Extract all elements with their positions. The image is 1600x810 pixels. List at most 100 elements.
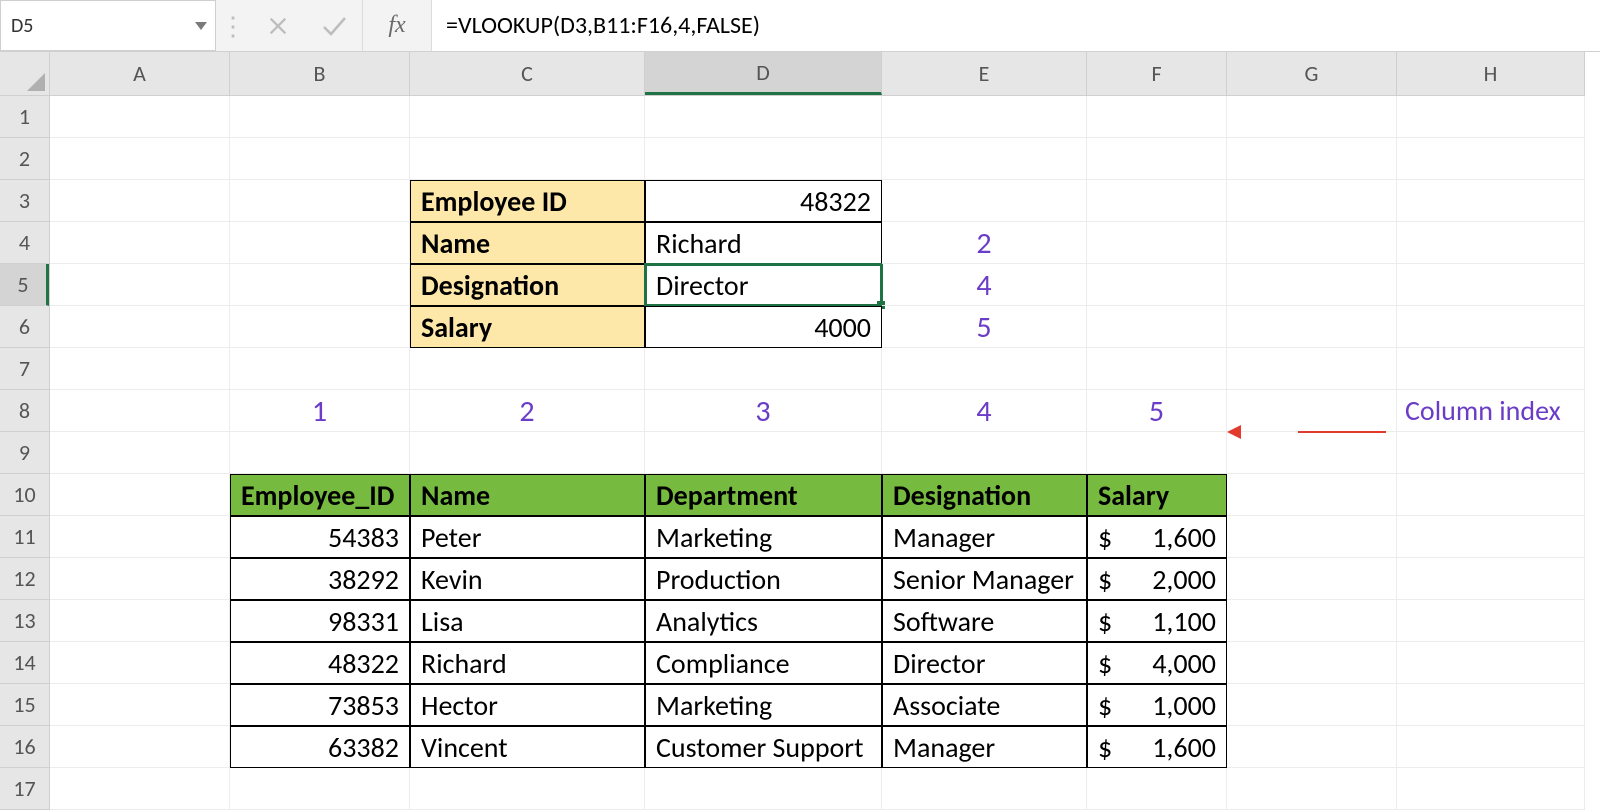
- row-header-14[interactable]: 14: [0, 642, 49, 684]
- cell-B5[interactable]: [230, 264, 410, 306]
- td-id-4[interactable]: 73853: [230, 684, 410, 726]
- td-name-0[interactable]: Peter: [410, 516, 645, 558]
- row-header-13[interactable]: 13: [0, 600, 49, 642]
- cell-H5[interactable]: [1397, 264, 1585, 306]
- value-designation[interactable]: Director: [645, 264, 882, 306]
- row-header-11[interactable]: 11: [0, 516, 49, 558]
- cell-G10[interactable]: [1227, 474, 1397, 516]
- cell-D1[interactable]: [645, 96, 882, 138]
- name-box[interactable]: D5: [0, 0, 216, 51]
- cell-E2[interactable]: [882, 138, 1087, 180]
- td-dept-1[interactable]: Production: [645, 558, 882, 600]
- cell-A12[interactable]: [50, 558, 230, 600]
- select-all-corner[interactable]: [0, 52, 50, 96]
- cell-H12[interactable]: [1397, 558, 1585, 600]
- row-header-15[interactable]: 15: [0, 684, 49, 726]
- row-header-4[interactable]: 4: [0, 222, 49, 264]
- cell-H16[interactable]: [1397, 726, 1585, 768]
- td-name-1[interactable]: Kevin: [410, 558, 645, 600]
- row-header-6[interactable]: 6: [0, 306, 49, 348]
- td-salary-1[interactable]: $2,000: [1087, 558, 1227, 600]
- cell-A7[interactable]: [50, 348, 230, 390]
- value-salary[interactable]: 4000: [645, 306, 882, 348]
- cell-E17[interactable]: [882, 768, 1087, 810]
- cell-B1[interactable]: [230, 96, 410, 138]
- td-desig-0[interactable]: Manager: [882, 516, 1087, 558]
- td-salary-5[interactable]: $1,600: [1087, 726, 1227, 768]
- td-dept-3[interactable]: Compliance: [645, 642, 882, 684]
- cell-G17[interactable]: [1227, 768, 1397, 810]
- cell-A17[interactable]: [50, 768, 230, 810]
- col-header-E[interactable]: E: [882, 52, 1087, 95]
- cell-A8[interactable]: [50, 390, 230, 432]
- cell-H13[interactable]: [1397, 600, 1585, 642]
- row-header-8[interactable]: 8: [0, 390, 49, 432]
- cell-E1[interactable]: [882, 96, 1087, 138]
- col-header-B[interactable]: B: [230, 52, 410, 95]
- cell-H14[interactable]: [1397, 642, 1585, 684]
- cell-H10[interactable]: [1397, 474, 1585, 516]
- td-salary-0[interactable]: $1,600: [1087, 516, 1227, 558]
- cell-F4[interactable]: [1087, 222, 1227, 264]
- row-header-5[interactable]: 5: [0, 264, 49, 306]
- cell-A13[interactable]: [50, 600, 230, 642]
- cell-F3[interactable]: [1087, 180, 1227, 222]
- row-header-1[interactable]: 1: [0, 96, 49, 138]
- col-header-D[interactable]: D: [645, 52, 882, 95]
- td-desig-5[interactable]: Manager: [882, 726, 1087, 768]
- cell-A6[interactable]: [50, 306, 230, 348]
- cell-A2[interactable]: [50, 138, 230, 180]
- cell-C17[interactable]: [410, 768, 645, 810]
- cell-G15[interactable]: [1227, 684, 1397, 726]
- row-header-2[interactable]: 2: [0, 138, 49, 180]
- cell-D2[interactable]: [645, 138, 882, 180]
- cell-H4[interactable]: [1397, 222, 1585, 264]
- cell-C7[interactable]: [410, 348, 645, 390]
- cell-G5[interactable]: [1227, 264, 1397, 306]
- cell-G14[interactable]: [1227, 642, 1397, 684]
- col-header-C[interactable]: C: [410, 52, 645, 95]
- cell-D7[interactable]: [645, 348, 882, 390]
- cell-A11[interactable]: [50, 516, 230, 558]
- col-header-H[interactable]: H: [1397, 52, 1585, 95]
- td-dept-0[interactable]: Marketing: [645, 516, 882, 558]
- td-name-5[interactable]: Vincent: [410, 726, 645, 768]
- cell-A14[interactable]: [50, 642, 230, 684]
- cell-G1[interactable]: [1227, 96, 1397, 138]
- cell-B6[interactable]: [230, 306, 410, 348]
- cell-G7[interactable]: [1227, 348, 1397, 390]
- cell-A10[interactable]: [50, 474, 230, 516]
- cell-A15[interactable]: [50, 684, 230, 726]
- cell-F5[interactable]: [1087, 264, 1227, 306]
- td-desig-1[interactable]: Senior Manager: [882, 558, 1087, 600]
- col-header-F[interactable]: F: [1087, 52, 1227, 95]
- row-header-7[interactable]: 7: [0, 348, 49, 390]
- cell-F17[interactable]: [1087, 768, 1227, 810]
- cell-A5[interactable]: [50, 264, 230, 306]
- td-name-3[interactable]: Richard: [410, 642, 645, 684]
- td-desig-4[interactable]: Associate: [882, 684, 1087, 726]
- cell-H3[interactable]: [1397, 180, 1585, 222]
- cell-E3[interactable]: [882, 180, 1087, 222]
- cell-G2[interactable]: [1227, 138, 1397, 180]
- cell-A3[interactable]: [50, 180, 230, 222]
- col-header-G[interactable]: G: [1227, 52, 1397, 95]
- cell-G6[interactable]: [1227, 306, 1397, 348]
- td-desig-3[interactable]: Director: [882, 642, 1087, 684]
- td-desig-2[interactable]: Software Engine: [882, 600, 1087, 642]
- cell-B3[interactable]: [230, 180, 410, 222]
- td-dept-4[interactable]: Marketing: [645, 684, 882, 726]
- td-dept-5[interactable]: Customer Support: [645, 726, 882, 768]
- cell-H2[interactable]: [1397, 138, 1585, 180]
- td-dept-2[interactable]: Analytics: [645, 600, 882, 642]
- td-id-3[interactable]: 48322: [230, 642, 410, 684]
- td-id-1[interactable]: 38292: [230, 558, 410, 600]
- cell-A9[interactable]: [50, 432, 230, 474]
- cell-G3[interactable]: [1227, 180, 1397, 222]
- cell-H11[interactable]: [1397, 516, 1585, 558]
- row-header-3[interactable]: 3: [0, 180, 49, 222]
- cell-G11[interactable]: [1227, 516, 1397, 558]
- row-header-12[interactable]: 12: [0, 558, 49, 600]
- cell-B17[interactable]: [230, 768, 410, 810]
- td-id-5[interactable]: 63382: [230, 726, 410, 768]
